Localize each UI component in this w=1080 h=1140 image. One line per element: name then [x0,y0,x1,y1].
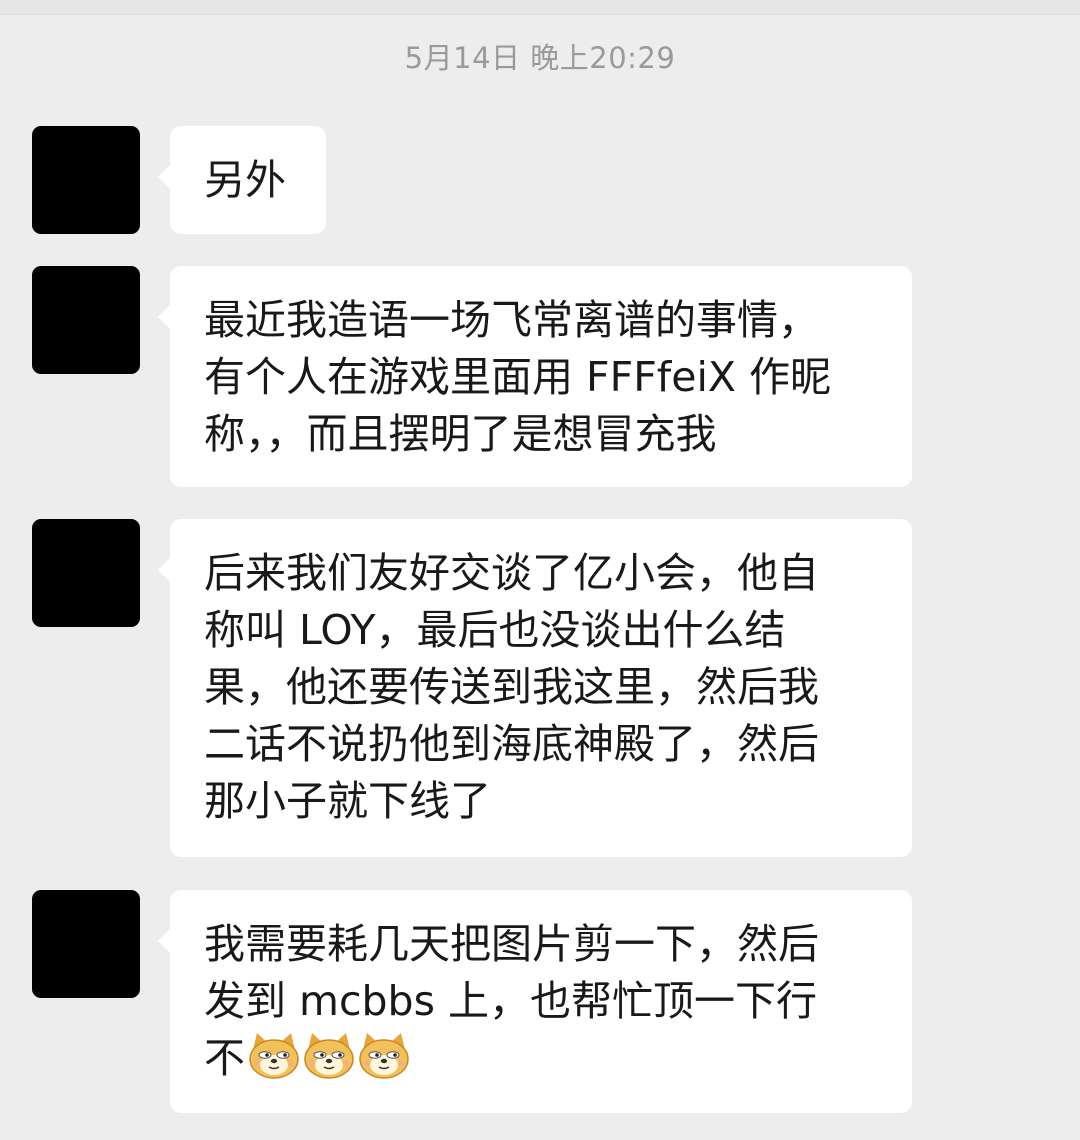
sender-avatar[interactable] [32,266,140,374]
sender-avatar[interactable] [32,890,140,998]
message-timestamp: 5月14日 晚上20:29 [404,41,676,75]
sender-avatar[interactable] [32,126,140,234]
message-text: 我需要耗几天把图片剪一下，然后 发到 mcbbs 上，也帮忙顶一下行 不 [204,916,878,1087]
message-bubble[interactable]: 最近我造语一场飞常离谱的事情， 有个人在游戏里面用 FFFfeiX 作昵 称，，… [158,266,912,487]
chat-screen: 5月14日 晚上20:29 另外 最近我造语一场飞常离谱的事情， 有个人在游戏里… [0,0,1080,1140]
doge-emoji [249,1033,299,1079]
sender-avatar[interactable] [32,519,140,627]
doge-emoji [304,1033,354,1079]
message-text: 后来我们友好交谈了亿小会，他自 称叫 LOY，最后也没谈出什么结 果，他还要传送… [204,549,819,825]
doge-emoji [359,1033,409,1079]
message-bubble[interactable]: 另外 [158,126,326,234]
emoji-group [247,1030,412,1080]
message-bubble[interactable]: 我需要耗几天把图片剪一下，然后 发到 mcbbs 上，也帮忙顶一下行 不 [158,890,912,1113]
top-divider [0,0,1080,15]
message-text: 另外 [204,156,286,204]
message-bubble[interactable]: 后来我们友好交谈了亿小会，他自 称叫 LOY，最后也没谈出什么结 果，他还要传送… [158,519,912,857]
message-text: 最近我造语一场飞常离谱的事情， 有个人在游戏里面用 FFFfeiX 作昵 称，，… [204,296,831,458]
